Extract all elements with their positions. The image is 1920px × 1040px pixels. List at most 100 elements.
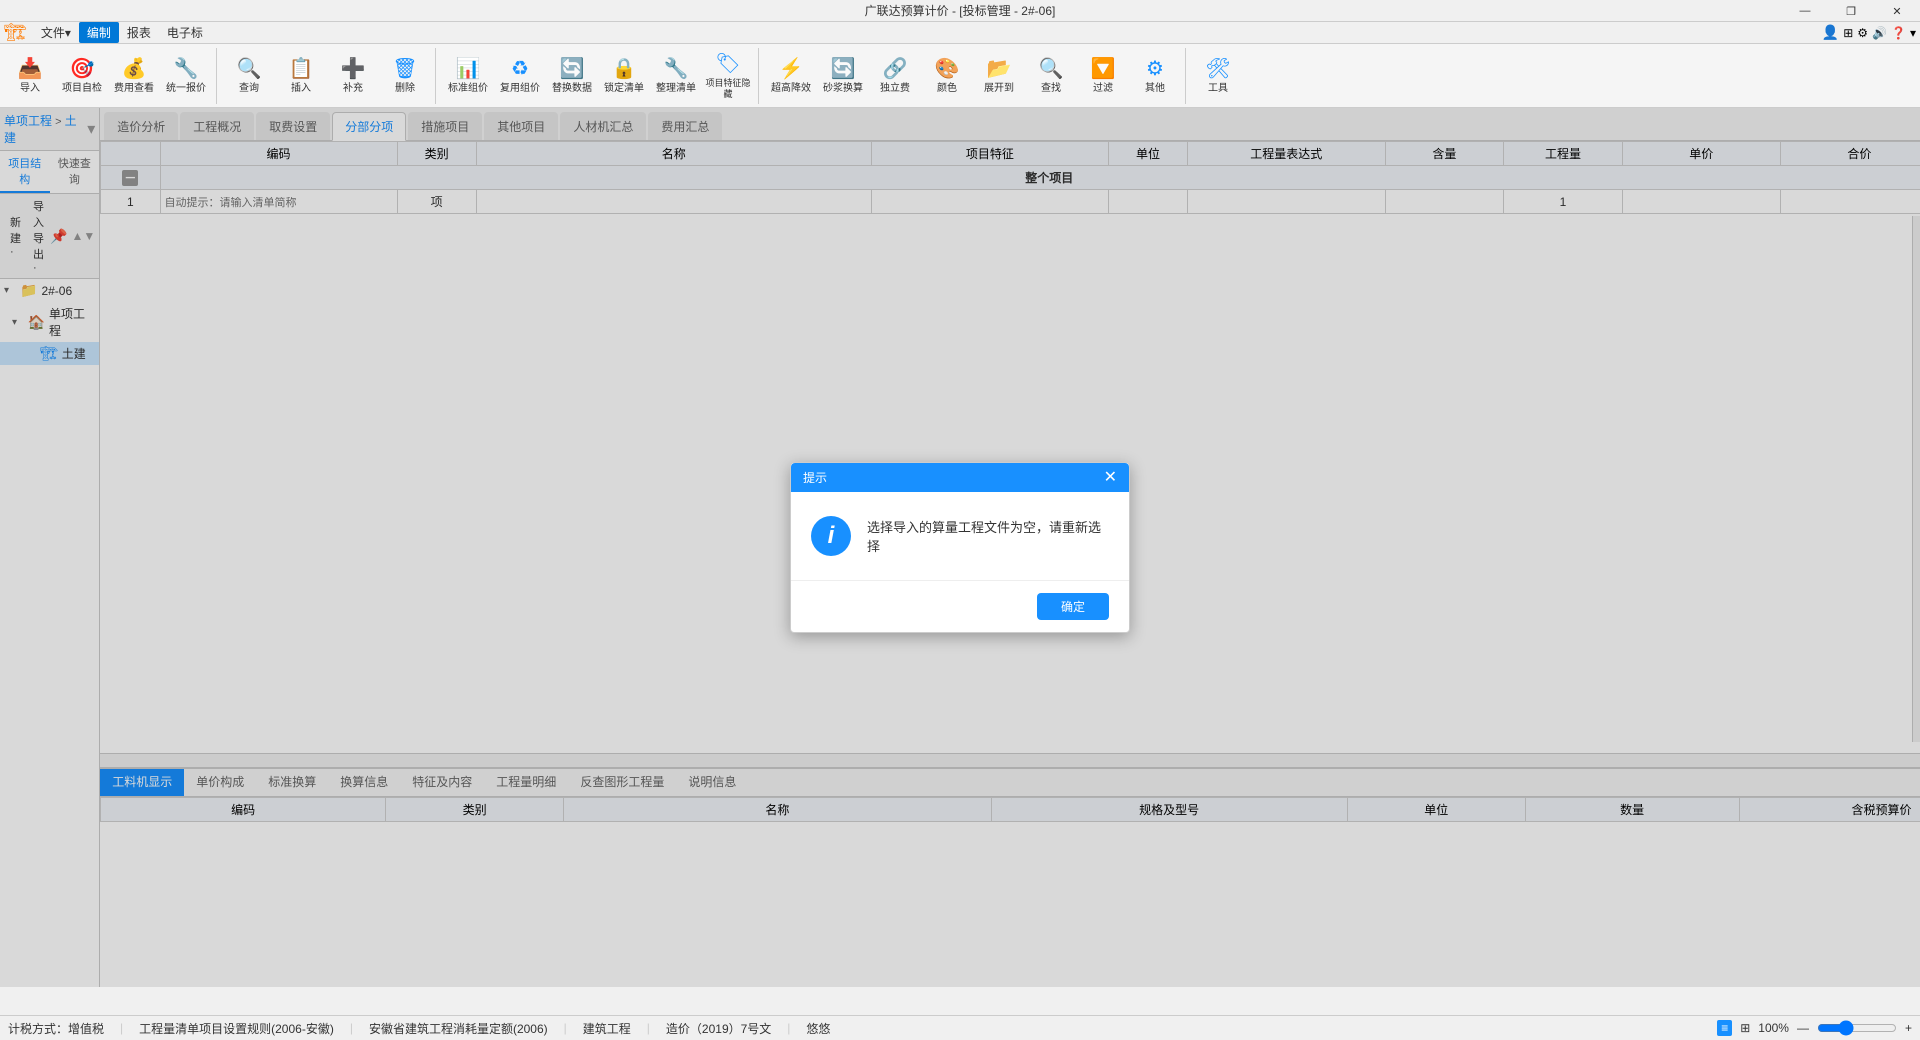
zoom-in-btn[interactable]: + bbox=[1905, 1021, 1912, 1035]
close-button[interactable]: ✕ bbox=[1874, 0, 1920, 22]
replace-data-icon: 🔄 bbox=[560, 56, 585, 81]
window-title: 广联达预算计价 - [投标管理 - 2#-06] bbox=[865, 2, 1056, 19]
other-icon: ⚙ bbox=[1146, 56, 1164, 81]
query-label: 查询 bbox=[239, 83, 259, 95]
delete-icon: 🗑 bbox=[392, 56, 417, 81]
std-pricing-button[interactable]: 📊 标准组价 bbox=[442, 50, 494, 102]
lock-list-button[interactable]: 🔒 锁定清单 bbox=[598, 50, 650, 102]
toolbar-group-edit: 🔍 查询 📋 插入 ➕ 补充 🗑 删除 bbox=[223, 48, 436, 104]
menu-file[interactable]: 文件▾ bbox=[33, 22, 79, 43]
status-right: ≡ ⊞ 100% — + bbox=[1717, 1020, 1912, 1036]
import-label: 导入 bbox=[20, 83, 40, 95]
dialog-ok-button[interactable]: 确定 bbox=[1037, 593, 1109, 620]
supplement-label: 补充 bbox=[343, 83, 363, 95]
self-check-icon: 🎯 bbox=[70, 56, 95, 81]
volume-icon: 🔊 bbox=[1872, 26, 1887, 40]
delete-label: 删除 bbox=[395, 83, 415, 95]
supplement-icon: ➕ bbox=[341, 56, 366, 81]
import-icon: 📥 bbox=[18, 56, 43, 81]
reuse-pricing-button[interactable]: ♻ 复用组价 bbox=[494, 50, 546, 102]
expand-to-button[interactable]: 📂 展开到 bbox=[973, 50, 1025, 102]
user-icon: 👤 bbox=[1822, 24, 1839, 41]
overhead-button[interactable]: ⚡ 超高降效 bbox=[765, 50, 817, 102]
uniform-quote-button[interactable]: 🔧 统一报价 bbox=[160, 50, 212, 102]
quota-standard: 安徽省建筑工程消耗量定额(2006) bbox=[369, 1020, 548, 1037]
utility-button[interactable]: 🛠 工具 bbox=[1192, 50, 1244, 102]
uniform-quote-icon: 🔧 bbox=[174, 56, 199, 81]
dialog-overlay: 提示 ✕ i 选择导入的算量工程文件为空，请重新选择 确定 bbox=[0, 108, 1920, 987]
company-name: 悠悠 bbox=[806, 1020, 830, 1037]
query-button[interactable]: 🔍 查询 bbox=[223, 50, 275, 102]
feature-hide-button[interactable]: 🏷 项目特征隐藏 bbox=[702, 50, 754, 102]
mortar-button[interactable]: 🔄 砂浆换算 bbox=[817, 50, 869, 102]
toolbar-group-util: 🛠 工具 bbox=[1192, 48, 1248, 104]
toolbar-group-tools: ⚡ 超高降效 🔄 砂浆换算 🔗 独立费 🎨 颜色 📂 展开到 🔍 查找 🔽 过滤 bbox=[765, 48, 1186, 104]
overhead-icon: ⚡ bbox=[779, 56, 804, 81]
expand-to-icon: 📂 bbox=[987, 56, 1012, 81]
fee-view-button[interactable]: 💰 费用查看 bbox=[108, 50, 160, 102]
self-check-button[interactable]: 🎯 项目自检 bbox=[56, 50, 108, 102]
dialog-body: i 选择导入的算量工程文件为空，请重新选择 bbox=[791, 492, 1129, 580]
qty-rule: 工程量清单项目设置规则(2006-安徽) bbox=[139, 1020, 334, 1037]
menu-report[interactable]: 报表 bbox=[119, 22, 159, 43]
utility-icon: 🛠 bbox=[1205, 56, 1230, 81]
zoom-out-btn[interactable]: — bbox=[1797, 1021, 1809, 1035]
lock-list-icon: 🔒 bbox=[612, 56, 637, 81]
status-bar: 计税方式：增值税 | 工程量清单项目设置规则(2006-安徽) | 安徽省建筑工… bbox=[0, 1015, 1920, 1040]
find-icon: 🔍 bbox=[1039, 56, 1064, 81]
zoom-level: 100% bbox=[1758, 1021, 1789, 1035]
reuse-pricing-icon: ♻ bbox=[511, 56, 529, 81]
zoom-slider[interactable] bbox=[1817, 1020, 1897, 1036]
toolbar-group-import: 📥 导入 🎯 项目自检 💰 费用查看 🔧 统一报价 bbox=[4, 48, 217, 104]
tax-method: 计税方式：增值税 bbox=[8, 1020, 104, 1037]
organize-list-button[interactable]: 🔧 整理清单 bbox=[650, 50, 702, 102]
toolbar-group-quota: 📊 标准组价 ♻ 复用组价 🔄 替换数据 🔒 锁定清单 🔧 整理清单 🏷 项目特… bbox=[442, 48, 759, 104]
dialog-close-button[interactable]: ✕ bbox=[1104, 470, 1117, 486]
filter-button[interactable]: 🔽 过滤 bbox=[1077, 50, 1129, 102]
menu-extra: ▾ bbox=[1910, 26, 1916, 40]
dialog-box: 提示 ✕ i 选择导入的算量工程文件为空，请重新选择 确定 bbox=[790, 462, 1130, 633]
dialog-footer: 确定 bbox=[791, 580, 1129, 632]
std-pricing-icon: 📊 bbox=[456, 56, 481, 81]
self-check-label: 项目自检 bbox=[62, 83, 102, 95]
fee-view-label: 费用查看 bbox=[114, 83, 154, 95]
menu-edit[interactable]: 编制 bbox=[79, 22, 119, 43]
tile-view-icon[interactable]: ⊞ bbox=[1740, 1021, 1750, 1035]
import-button[interactable]: 📥 导入 bbox=[4, 50, 56, 102]
color-icon: 🎨 bbox=[935, 56, 960, 81]
menu-digital[interactable]: 电子标 bbox=[159, 22, 211, 43]
grid-view-icon[interactable]: ≡ bbox=[1717, 1020, 1732, 1036]
filter-icon: 🔽 bbox=[1091, 56, 1116, 81]
project-type: 建筑工程 bbox=[583, 1020, 631, 1037]
title-bar-controls: — ❐ ✕ bbox=[1782, 0, 1920, 22]
price-file: 造价（2019）7号文 bbox=[666, 1020, 771, 1037]
layout-icon: ⊞ bbox=[1843, 26, 1853, 40]
feature-hide-icon: 🏷 bbox=[715, 51, 740, 76]
toolbar: 📥 导入 🎯 项目自检 💰 费用查看 🔧 统一报价 🔍 查询 📋 插入 ➕ 补充 bbox=[0, 44, 1920, 108]
title-bar: 广联达预算计价 - [投标管理 - 2#-06] — ❐ ✕ bbox=[0, 0, 1920, 22]
other-button[interactable]: ⚙ 其他 bbox=[1129, 50, 1181, 102]
delete-button[interactable]: 🗑 删除 bbox=[379, 50, 431, 102]
maximize-button[interactable]: ❐ bbox=[1828, 0, 1874, 22]
uniform-quote-label: 统一报价 bbox=[166, 83, 206, 95]
dialog-title-bar: 提示 ✕ bbox=[791, 463, 1129, 492]
standalone-fee-icon: 🔗 bbox=[883, 56, 908, 81]
replace-data-button[interactable]: 🔄 替换数据 bbox=[546, 50, 598, 102]
fee-view-icon: 💰 bbox=[122, 56, 147, 81]
minimize-button[interactable]: — bbox=[1782, 0, 1828, 22]
insert-label: 插入 bbox=[291, 83, 311, 95]
help-icon: ❓ bbox=[1891, 26, 1906, 40]
settings-icon: ⚙ bbox=[1857, 26, 1868, 40]
color-button[interactable]: 🎨 颜色 bbox=[921, 50, 973, 102]
standalone-fee-button[interactable]: 🔗 独立费 bbox=[869, 50, 921, 102]
insert-button[interactable]: 📋 插入 bbox=[275, 50, 327, 102]
menu-bar: 🏗 文件▾ 编制 报表 电子标 👤 ⊞ ⚙ 🔊 ❓ ▾ bbox=[0, 22, 1920, 44]
mortar-icon: 🔄 bbox=[831, 56, 856, 81]
dialog-info-icon: i bbox=[811, 516, 851, 556]
find-button[interactable]: 🔍 查找 bbox=[1025, 50, 1077, 102]
app-logo: 🏗 bbox=[4, 22, 27, 43]
insert-icon: 📋 bbox=[289, 56, 314, 81]
dialog-message: 选择导入的算量工程文件为空，请重新选择 bbox=[867, 517, 1109, 555]
organize-list-icon: 🔧 bbox=[664, 56, 689, 81]
supplement-button[interactable]: ➕ 补充 bbox=[327, 50, 379, 102]
